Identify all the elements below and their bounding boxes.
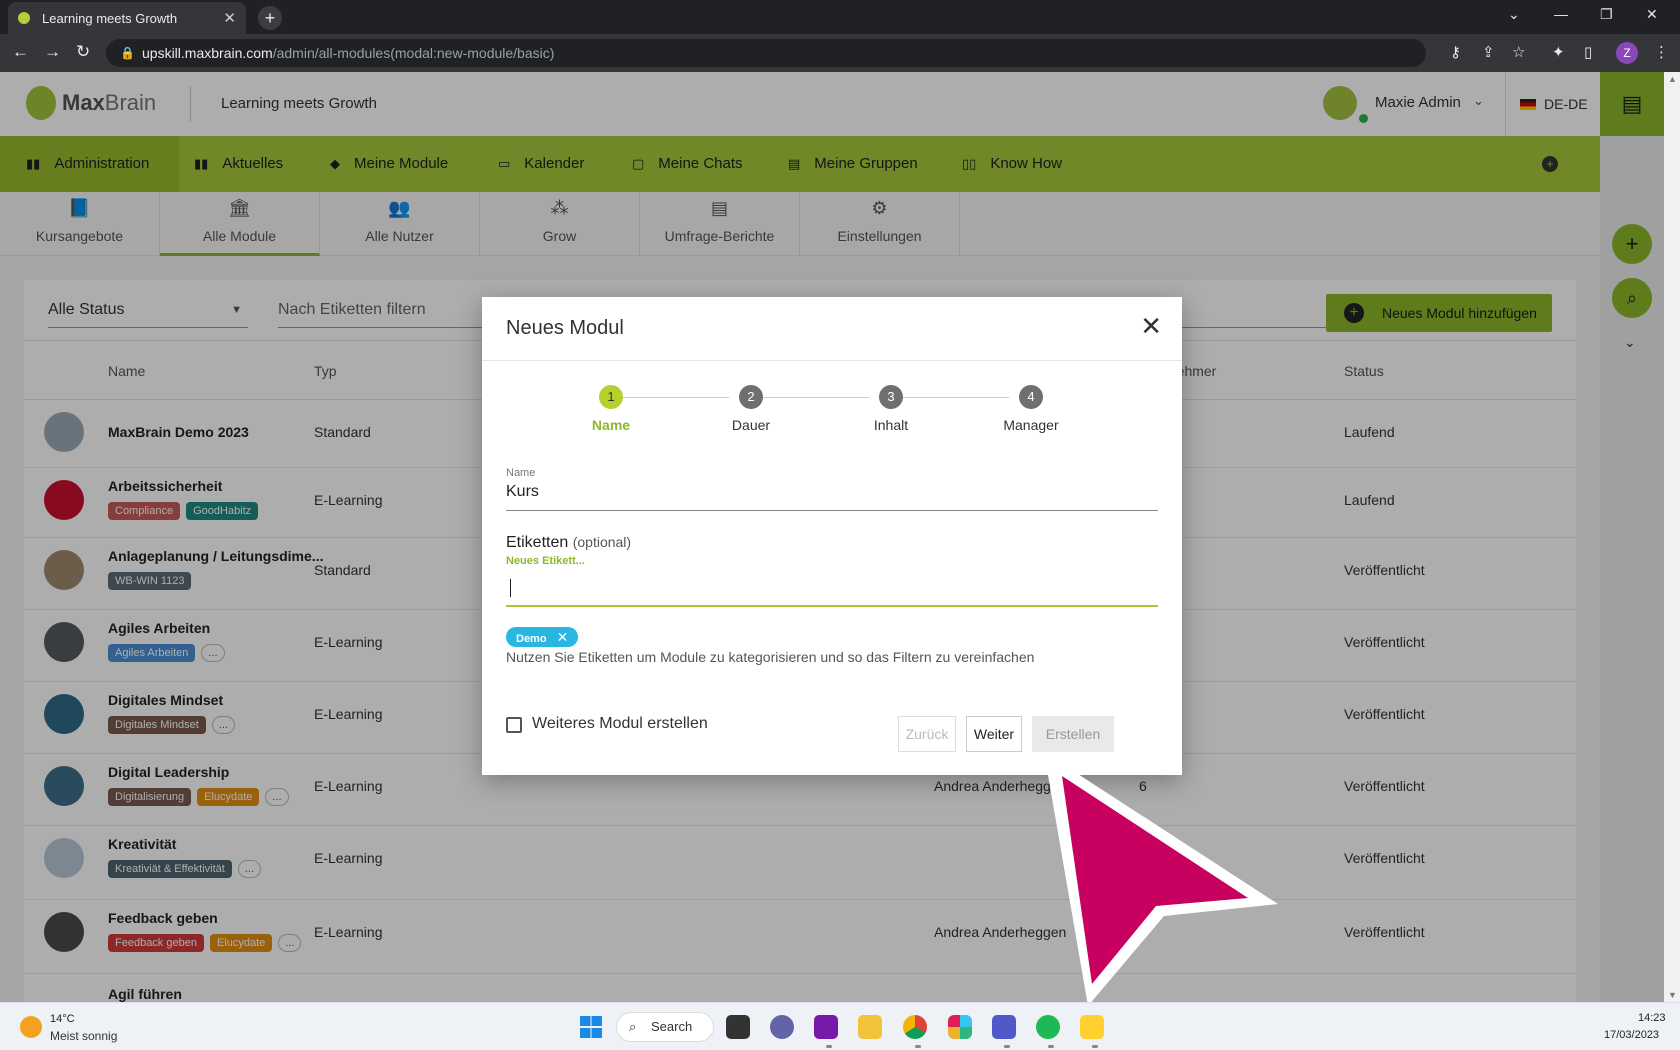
search-icon: ⌕	[629, 1019, 637, 1034]
url-path: /admin/all-modules(modal:new-module/basi…	[272, 45, 555, 61]
sun-icon[interactable]	[20, 1016, 42, 1038]
profile-avatar[interactable]: Z	[1616, 42, 1638, 64]
next-button[interactable]: Weiter	[966, 716, 1022, 752]
side-panel-icon[interactable]: ▯	[1584, 43, 1592, 61]
chip-remove-icon[interactable]: ✕	[557, 629, 569, 645]
tags-help-text: Nutzen Sie Etiketten um Module zu katego…	[506, 649, 1035, 665]
task-view-icon[interactable]	[726, 1015, 750, 1039]
tab-title: Learning meets Growth	[42, 10, 178, 26]
share-icon[interactable]: ⇪	[1482, 43, 1495, 61]
restore-icon[interactable]: ❐	[1600, 6, 1613, 23]
tags-optional: (optional)	[572, 534, 632, 550]
clock-date[interactable]: 17/03/2023	[1604, 1029, 1659, 1041]
step-number: 3	[879, 385, 903, 409]
extensions-icon[interactable]: ✦	[1552, 43, 1565, 61]
another-module-label[interactable]: Weiteres Modul erstellen	[532, 715, 708, 733]
tab-search-icon[interactable]: ⌄	[1508, 6, 1520, 23]
slack-icon[interactable]	[948, 1015, 972, 1039]
stepper: 1 Name 2 Dauer 3 Inhalt 4 Manager	[482, 385, 1182, 445]
windows-start-icon[interactable]	[580, 1016, 602, 1038]
tags-field-label: Etiketten (optional)	[506, 534, 631, 552]
taskbar-search-label: Search	[651, 1019, 693, 1034]
onenote-icon[interactable]	[814, 1015, 838, 1039]
tags-input-hint: Neues Etikett...	[506, 555, 585, 567]
new-module-modal: Neues Modul ✕ 1 Name 2 Dauer 3 Inhalt 4 Mana…	[482, 297, 1182, 775]
weather-description[interactable]: Meist sonnig	[50, 1029, 117, 1043]
create-button[interactable]: Erstellen	[1032, 716, 1114, 752]
close-icon[interactable]: ✕	[1140, 313, 1162, 339]
bookmark-star-icon[interactable]: ☆	[1512, 43, 1525, 61]
reload-icon[interactable]: ↻	[76, 42, 90, 62]
step-number: 1	[599, 385, 623, 409]
browser-menu-icon[interactable]: ⋮	[1654, 43, 1669, 61]
another-module-checkbox[interactable]	[506, 717, 522, 733]
pointer-arrow-icon	[1044, 752, 1278, 1006]
browser-tab[interactable]: Learning meets Growth ✕	[8, 2, 246, 34]
chat-app-icon[interactable]	[770, 1015, 794, 1039]
tag-chip-demo: Demo ✕	[506, 627, 579, 647]
page-scrollbar[interactable]: ▲ ▼	[1664, 72, 1680, 1002]
step-number: 4	[1019, 385, 1043, 409]
file-explorer-icon[interactable]	[858, 1015, 882, 1039]
running-indicator	[1004, 1045, 1010, 1048]
minimize-icon[interactable]: —	[1554, 6, 1568, 22]
name-field-label: Name	[506, 467, 536, 479]
windows-taskbar: 14°C Meist sonnig ⌕ Search 14:23 17/03/20…	[0, 1002, 1680, 1050]
chip-label: Demo	[516, 633, 547, 645]
tags-input[interactable]	[506, 573, 1158, 607]
running-indicator	[826, 1045, 832, 1048]
back-icon[interactable]: ←	[12, 42, 29, 62]
back-button[interactable]: Zurück	[898, 716, 956, 752]
url-input[interactable]: 🔒 upskill.maxbrain.com/admin/all-modules…	[106, 39, 1426, 67]
running-indicator	[915, 1045, 921, 1048]
step-name[interactable]: 1 Name	[561, 385, 661, 433]
teams-icon[interactable]	[992, 1015, 1016, 1039]
key-icon[interactable]: ⚷	[1450, 43, 1461, 61]
lock-icon: 🔒	[120, 46, 135, 60]
tab-close-icon[interactable]: ✕	[223, 9, 236, 27]
new-tab-button[interactable]: +	[258, 6, 282, 30]
step-label: Inhalt	[873, 417, 909, 433]
chrome-icon[interactable]	[903, 1015, 927, 1039]
running-indicator	[1092, 1045, 1098, 1048]
weather-temperature[interactable]: 14°C	[50, 1013, 75, 1025]
step-label: Manager	[1003, 417, 1059, 433]
step-number: 2	[739, 385, 763, 409]
step-inhalt[interactable]: 3 Inhalt	[841, 385, 941, 433]
tags-label-text: Etiketten	[506, 534, 569, 551]
favicon-icon	[18, 12, 30, 24]
modal-header: Neues Modul ✕	[482, 297, 1182, 361]
taskbar-search[interactable]: ⌕ Search	[616, 1012, 714, 1042]
address-bar-area: ← → ↻ 🔒 upskill.maxbrain.com/admin/all-m…	[0, 34, 1680, 72]
text-cursor	[510, 579, 511, 597]
scroll-up-icon[interactable]: ▲	[1668, 74, 1677, 84]
step-dauer[interactable]: 2 Dauer	[701, 385, 801, 433]
miro-icon[interactable]	[1080, 1015, 1104, 1039]
clock-time[interactable]: 14:23	[1638, 1012, 1666, 1024]
spotify-icon[interactable]	[1036, 1015, 1060, 1039]
browser-tab-bar: Learning meets Growth ✕ + ⌄ — ❐ ✕	[0, 0, 1680, 34]
modal-title: Neues Modul	[506, 317, 624, 339]
name-input[interactable]: Kurs	[506, 483, 1158, 511]
step-label: Dauer	[731, 417, 771, 433]
step-manager[interactable]: 4 Manager	[981, 385, 1081, 433]
scroll-down-icon[interactable]: ▼	[1668, 990, 1677, 1000]
running-indicator	[1048, 1045, 1054, 1048]
forward-icon[interactable]: →	[44, 42, 61, 62]
step-label: Name	[591, 417, 631, 433]
window-close-icon[interactable]: ✕	[1646, 6, 1658, 23]
url-host: upskill.maxbrain.com	[142, 45, 273, 61]
